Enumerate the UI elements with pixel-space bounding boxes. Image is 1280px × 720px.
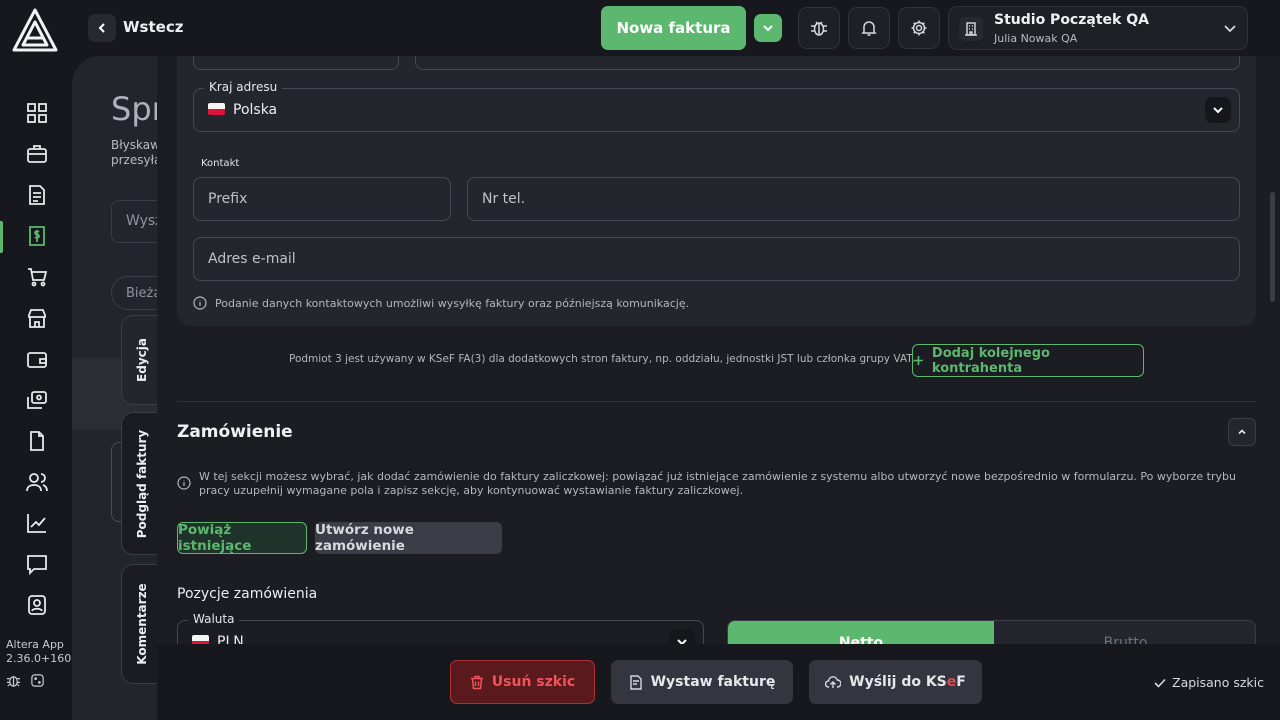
app-version: Altera App 2.36.0+1602 xyxy=(6,638,79,666)
delete-draft-button[interactable]: Usuń szkic xyxy=(450,660,595,704)
trash-icon xyxy=(470,675,483,689)
app-logo[interactable] xyxy=(11,8,59,52)
bell-icon xyxy=(861,21,877,36)
background-page-subtitle: Błyskaw przesyła xyxy=(111,138,157,168)
invoice-icon[interactable] xyxy=(26,225,48,247)
issue-invoice-button[interactable]: Wystaw fakturę xyxy=(611,660,793,704)
back-label[interactable]: Wstecz xyxy=(123,18,183,36)
scrollbar-thumb[interactable] xyxy=(1270,192,1275,302)
gear-icon xyxy=(911,20,927,36)
invoice-form-drawer: Kraj adresu Polska Kontakt Prefix Nr tel… xyxy=(157,56,1280,720)
country-value: Polska xyxy=(208,102,277,118)
partial-field-left[interactable] xyxy=(193,56,399,70)
dice-icon[interactable] xyxy=(30,673,45,688)
send-label-e: e xyxy=(946,674,957,690)
delete-draft-label: Usuń szkic xyxy=(491,674,576,690)
contact-section-label: Kontakt xyxy=(201,158,240,169)
payments-icon[interactable] xyxy=(26,389,48,411)
wallet-icon[interactable] xyxy=(26,348,48,370)
issue-invoice-label: Wystaw fakturę xyxy=(650,674,776,690)
tab-comments[interactable]: Komentarze xyxy=(121,564,161,684)
tab-invoice-preview[interactable]: Podgląd faktury xyxy=(121,412,161,555)
chevron-up-icon xyxy=(1238,429,1246,435)
contractor-card: Kraj adresu Polska Kontakt Prefix Nr tel… xyxy=(177,56,1256,326)
new-invoice-dropdown-button[interactable] xyxy=(754,14,782,42)
documents-icon[interactable] xyxy=(26,184,48,206)
briefcase-icon[interactable] xyxy=(26,143,48,165)
collapse-section-button[interactable] xyxy=(1228,418,1256,446)
draft-saved-status: Zapisano szkic xyxy=(1154,675,1264,690)
bug-icon xyxy=(811,21,827,36)
file-icon[interactable] xyxy=(26,430,48,452)
partial-field-right[interactable] xyxy=(415,56,1240,70)
organization-switcher[interactable]: Studio Początek QA Julia Nowak QA xyxy=(948,6,1248,50)
section-divider xyxy=(177,401,1256,402)
phone-number-field[interactable]: Nr tel. xyxy=(467,177,1240,221)
order-items-title: Pozycje zamówienia xyxy=(177,586,318,602)
send-to-ksef-label: Wyślij do KSeF xyxy=(849,674,966,690)
background-page-title: Spr xyxy=(111,90,157,128)
currency-label: Waluta xyxy=(188,612,240,626)
chevron-left-icon xyxy=(98,23,105,33)
cloud-upload-icon xyxy=(825,676,842,688)
email-placeholder: Adres e-mail xyxy=(208,251,296,267)
poland-flag-icon xyxy=(208,103,225,115)
send-label-prefix: Wyślij do KS xyxy=(849,674,947,690)
notifications-button[interactable] xyxy=(848,7,890,49)
chevron-down-icon xyxy=(763,25,773,32)
saved-status-text: Zapisano szkic xyxy=(1172,675,1265,690)
order-info-text: W tej sekcji możesz wybrać, jak dodać za… xyxy=(199,470,1236,497)
bug-report-button[interactable] xyxy=(798,7,840,49)
settings-button[interactable] xyxy=(898,7,940,49)
bottom-action-bar: Usuń szkic Wystaw fakturę Wyślij do KSeF… xyxy=(157,644,1280,720)
account-icon[interactable] xyxy=(26,594,48,616)
message-icon[interactable] xyxy=(26,553,48,575)
chevron-down-icon xyxy=(1213,107,1223,114)
app-name: Altera App xyxy=(6,638,64,651)
third-party-note: Podmiot 3 jest używany w KSeF FA(3) dla … xyxy=(289,353,915,365)
tab-edit-label: Edycja xyxy=(134,338,149,382)
subtitle-line-1: Błyskaw xyxy=(111,138,157,152)
phone-placeholder: Nr tel. xyxy=(482,191,526,207)
send-to-ksef-button[interactable]: Wyślij do KSeF xyxy=(809,660,982,704)
app-version-number: 2.36.0+1602 xyxy=(6,652,79,665)
add-contractor-button[interactable]: Dodaj kolejnego kontrahenta xyxy=(912,344,1144,377)
dashboard-icon[interactable] xyxy=(26,102,48,124)
plus-icon xyxy=(913,356,923,365)
bug-icon[interactable] xyxy=(6,673,21,688)
organization-name: Studio Początek QA xyxy=(994,12,1149,28)
order-section-title: Zamówienie xyxy=(177,422,293,442)
phone-prefix-field[interactable]: Prefix xyxy=(193,177,451,221)
prefix-placeholder: Prefix xyxy=(208,191,248,207)
users-icon[interactable] xyxy=(26,471,48,493)
tab-comments-label: Komentarze xyxy=(134,583,149,665)
new-invoice-button[interactable]: Nowa faktura xyxy=(601,6,746,50)
check-icon xyxy=(1154,678,1166,688)
active-nav-indicator xyxy=(0,221,3,253)
chart-icon[interactable] xyxy=(26,512,48,534)
chevron-down-icon xyxy=(1224,25,1236,33)
info-icon xyxy=(193,296,207,310)
info-icon xyxy=(177,476,191,490)
create-new-order-button[interactable]: Utwórz nowe zamówienie xyxy=(315,522,502,554)
country-select[interactable]: Kraj adresu Polska xyxy=(193,80,1240,132)
tab-edit[interactable]: Edycja xyxy=(121,315,161,405)
document-edit-icon xyxy=(629,674,642,690)
building-icon xyxy=(959,17,983,41)
add-contractor-label: Dodaj kolejnego kontrahenta xyxy=(931,345,1050,376)
subtitle-line-2: przesyła xyxy=(111,153,157,167)
store-icon[interactable] xyxy=(26,307,48,329)
send-label-suffix: F xyxy=(956,674,966,690)
email-field[interactable]: Adres e-mail xyxy=(193,237,1240,281)
tab-preview-label: Podgląd faktury xyxy=(134,429,149,538)
cart-icon[interactable] xyxy=(26,266,48,288)
country-dropdown-button[interactable] xyxy=(1205,97,1231,123)
current-user-name: Julia Nowak QA xyxy=(994,32,1078,45)
country-label: Kraj adresu xyxy=(204,80,283,94)
contact-info-text: Podanie danych kontaktowych umożliwi wys… xyxy=(215,297,690,310)
back-button[interactable] xyxy=(88,14,116,42)
left-navigation-rail: Altera App 2.36.0+1602 xyxy=(0,0,78,720)
country-value-text: Polska xyxy=(233,102,278,118)
link-existing-order-button[interactable]: Powiąż istniejące xyxy=(177,522,307,554)
